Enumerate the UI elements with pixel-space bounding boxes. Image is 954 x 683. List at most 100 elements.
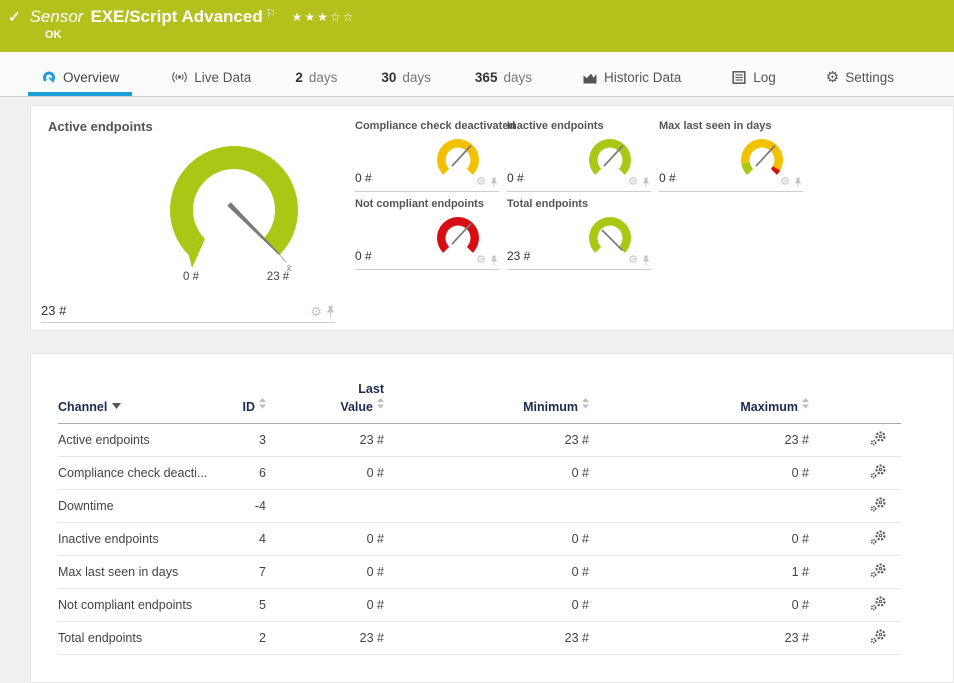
tab-live-data[interactable]: Live Data	[158, 69, 264, 96]
table-row: Compliance check deacti... 6 0 # 0 # 0 #	[58, 456, 901, 489]
pin-icon[interactable]	[642, 177, 650, 188]
broadcast-icon	[171, 69, 188, 85]
channel-min-cell	[384, 489, 589, 522]
channel-max-cell: 1 #	[589, 555, 809, 588]
tab-30-days[interactable]: 30 days	[368, 70, 444, 96]
gauge-min-label: 0 #	[183, 271, 200, 283]
favorite-flag-icon[interactable]: ⚐	[266, 7, 276, 20]
channel-name-cell[interactable]: Downtime	[58, 489, 208, 522]
table-row: Downtime -4	[58, 489, 901, 522]
channel-id-cell: 3	[208, 423, 266, 456]
gauge-current-value: 23 #	[507, 249, 530, 263]
sort-icon	[802, 398, 809, 409]
table-row: Inactive endpoints 4 0 # 0 # 0 #	[58, 522, 901, 555]
tab-bar: Overview Live Data 2 days 30 days 365 da…	[0, 52, 954, 97]
channel-name-cell[interactable]: Compliance check deacti...	[58, 456, 208, 489]
column-header-minimum[interactable]: Minimum	[384, 381, 589, 423]
gauge-current-value: 0 #	[507, 171, 524, 185]
table-row: Total endpoints 2 23 # 23 # 23 #	[58, 621, 901, 654]
gauge-current-value: 23 #	[41, 303, 66, 318]
column-label: Value	[340, 400, 373, 414]
channel-last-value-cell	[266, 489, 384, 522]
priority-stars[interactable]: ★★★☆☆	[292, 10, 356, 24]
channel-max-cell	[589, 489, 809, 522]
tab-2-days[interactable]: 2 days	[282, 70, 350, 96]
channel-min-cell: 23 #	[384, 423, 589, 456]
channel-last-value-cell: 0 #	[266, 588, 384, 621]
channel-settings-gears-icon[interactable]	[870, 595, 887, 612]
column-label: ID	[243, 400, 256, 414]
channel-id-cell: 5	[208, 588, 266, 621]
tab-settings[interactable]: ⚙ Settings	[813, 70, 907, 96]
chart-icon	[582, 70, 598, 85]
column-label: Maximum	[740, 400, 798, 414]
channel-settings-gears-icon[interactable]	[870, 628, 887, 645]
tab-label: Live Data	[194, 70, 251, 85]
pin-icon[interactable]	[642, 255, 650, 266]
channel-last-value-cell: 0 #	[266, 522, 384, 555]
tab-label-number: 365	[475, 70, 498, 85]
channel-settings-gears-icon[interactable]	[870, 496, 887, 513]
gauge-tile-total-endpoints: Total endpoints 23 # ⚙	[507, 198, 651, 270]
tab-365-days[interactable]: 365 days	[462, 70, 545, 96]
tab-log[interactable]: Log	[718, 70, 789, 96]
gauge-needle	[452, 224, 471, 245]
gauge-needle	[604, 146, 623, 167]
tab-label: Settings	[845, 70, 894, 85]
column-header-maximum[interactable]: Maximum	[589, 381, 809, 423]
column-header-channel[interactable]: Channel	[58, 381, 208, 423]
pin-icon[interactable]	[490, 177, 498, 188]
gauges-card: Active endpoints x̄ 0 # 23 # 23 # ⚙ Comp…	[30, 105, 954, 331]
gauge-tiles: Compliance check deactivated 0 # ⚙ Inact…	[355, 114, 953, 330]
channel-settings-gears-icon[interactable]	[870, 529, 887, 546]
channel-name-cell[interactable]: Max last seen in days	[58, 555, 208, 588]
tab-overview[interactable]: Overview	[28, 70, 132, 96]
channel-settings-gears-icon[interactable]	[870, 430, 887, 447]
gauge-settings-gear-icon[interactable]: ⚙	[476, 255, 486, 266]
channel-last-value-cell: 23 #	[266, 621, 384, 654]
tab-label-unit: days	[503, 70, 532, 85]
channel-settings-gears-icon[interactable]	[870, 562, 887, 579]
pin-icon[interactable]	[326, 305, 335, 318]
channel-max-cell: 0 #	[589, 522, 809, 555]
sort-icon	[582, 398, 589, 409]
channel-id-cell: -4	[208, 489, 266, 522]
channel-name-cell[interactable]: Inactive endpoints	[58, 522, 208, 555]
gauge-settings-gear-icon[interactable]: ⚙	[476, 177, 486, 188]
pin-icon[interactable]	[490, 255, 498, 266]
gauge-title: Total endpoints	[507, 198, 651, 210]
table-row: Max last seen in days 7 0 # 0 # 1 #	[58, 555, 901, 588]
channel-name-cell[interactable]: Not compliant endpoints	[58, 588, 208, 621]
tab-label-number: 2	[295, 70, 303, 85]
column-label: Channel	[58, 400, 107, 414]
sensor-title: EXE/Script Advanced	[90, 7, 262, 27]
channel-table: Channel ID Last Value Minimum Maximum	[58, 381, 901, 655]
channel-min-cell: 0 #	[384, 456, 589, 489]
channel-last-value-cell: 23 #	[266, 423, 384, 456]
status-check-icon: ✓	[8, 8, 21, 26]
gauge-tile-inactive-endpoints: Inactive endpoints 0 # ⚙	[507, 120, 651, 192]
gauge-tile-compliance-check-deactivated: Compliance check deactivated 0 # ⚙	[355, 120, 499, 192]
gauge-tile-not-compliant: Not compliant endpoints 0 # ⚙	[355, 198, 499, 270]
column-header-id[interactable]: ID	[208, 381, 266, 423]
tab-historic-data[interactable]: Historic Data	[569, 70, 694, 96]
channel-id-cell: 7	[208, 555, 266, 588]
gauge-settings-gear-icon[interactable]: ⚙	[628, 177, 638, 188]
gauge-tile-max-last-seen: Max last seen in days 0 # ⚙	[659, 120, 803, 192]
column-header-last-value[interactable]: Last Value	[266, 381, 384, 423]
gauge-needle	[452, 146, 471, 167]
channel-min-cell: 0 #	[384, 555, 589, 588]
channel-name-cell[interactable]: Active endpoints	[58, 423, 208, 456]
gauge-settings-gear-icon[interactable]: ⚙	[780, 177, 790, 188]
gauge-settings-gear-icon[interactable]: ⚙	[310, 305, 322, 318]
gauge-current-value: 0 #	[659, 171, 676, 185]
gauge-icon	[41, 70, 57, 85]
gauge-title: Not compliant endpoints	[355, 198, 499, 210]
log-list-icon	[731, 70, 747, 85]
channel-settings-gears-icon[interactable]	[870, 463, 887, 480]
pin-icon[interactable]	[794, 177, 802, 188]
channel-max-cell: 0 #	[589, 588, 809, 621]
gauge-current-value: 0 #	[355, 249, 372, 263]
gauge-settings-gear-icon[interactable]: ⚙	[628, 255, 638, 266]
channel-name-cell[interactable]: Total endpoints	[58, 621, 208, 654]
